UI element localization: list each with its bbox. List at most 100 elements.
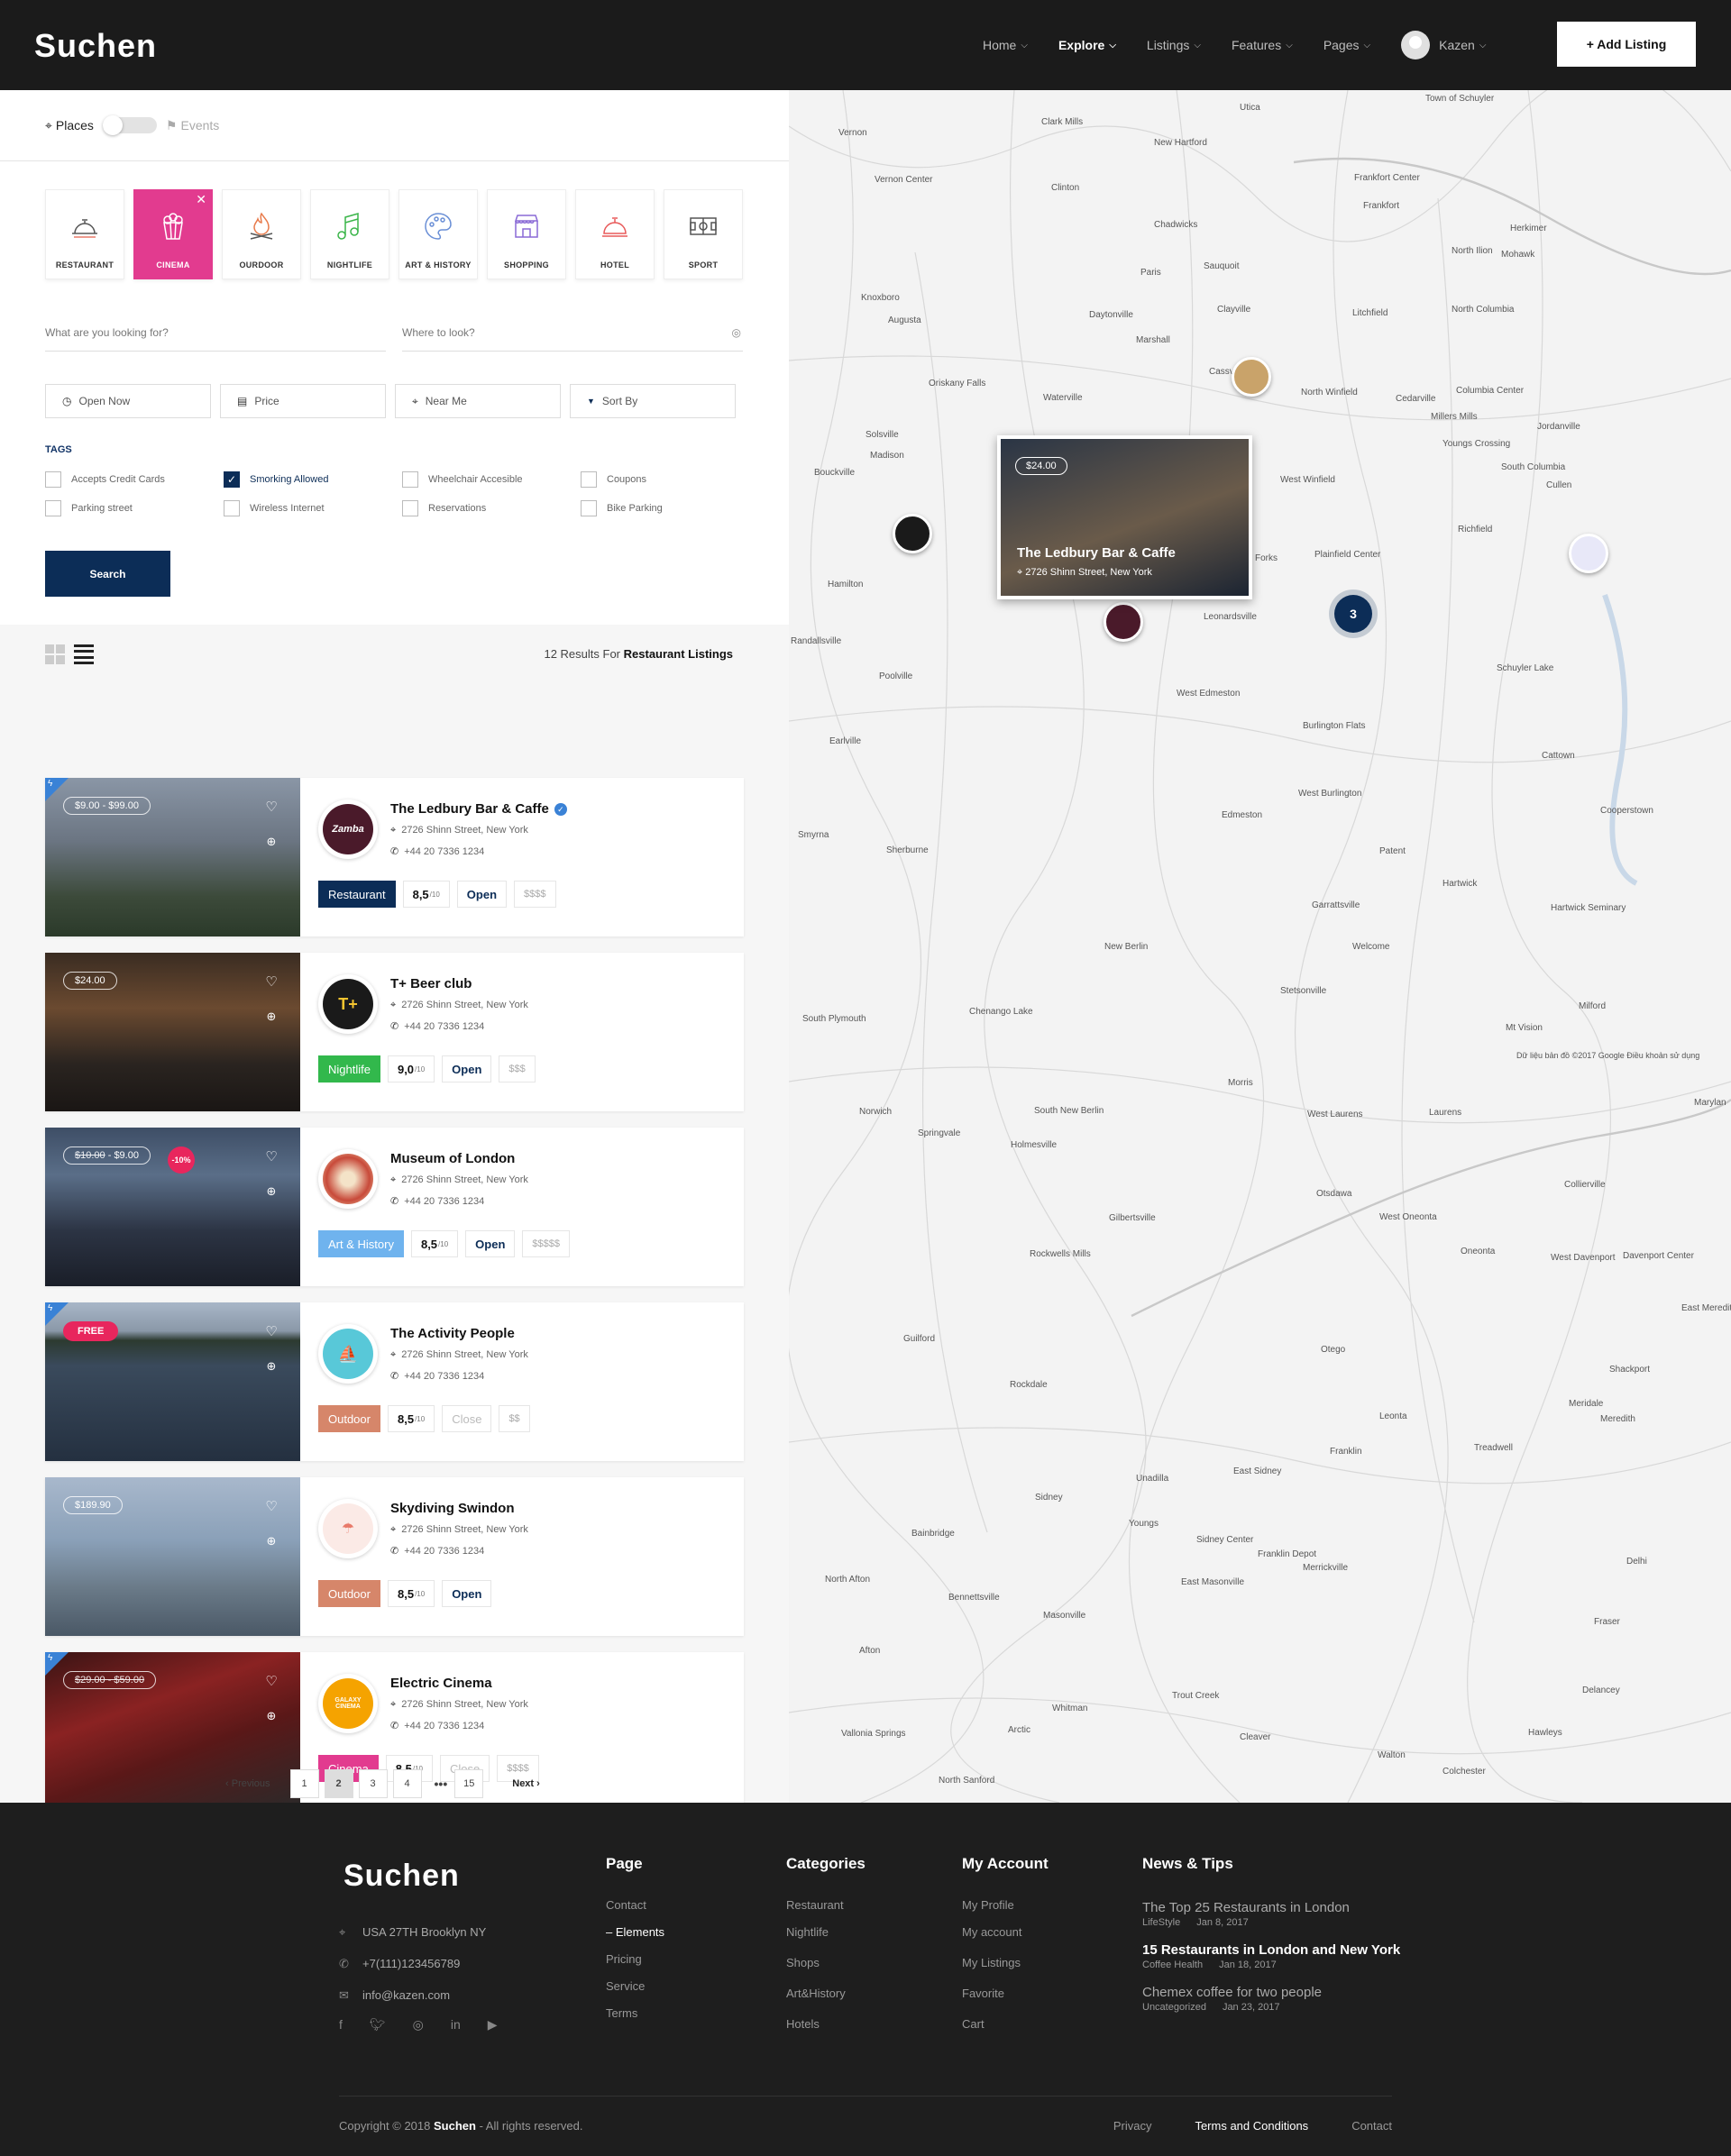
zoom-icon[interactable]: ⊕ <box>258 1353 285 1380</box>
tag-coupons[interactable]: Coupons <box>581 471 759 488</box>
footer-link[interactable]: Hotels <box>786 2017 866 2044</box>
terms-link[interactable]: Terms and Conditions <box>1195 2119 1308 2133</box>
checkbox[interactable] <box>402 500 418 516</box>
instagram-icon[interactable]: ◎ <box>413 2017 424 2033</box>
category-badge[interactable]: Restaurant <box>318 881 396 908</box>
footer-link[interactable]: Contact <box>606 1898 664 1925</box>
zoom-icon[interactable]: ⊕ <box>258 828 285 855</box>
map-cluster-marker[interactable]: 3 <box>1334 595 1372 633</box>
tag-parking[interactable]: Parking street <box>45 500 224 516</box>
heart-icon[interactable]: ♡ <box>258 968 285 995</box>
nav-explore[interactable]: Explore ⌵ <box>1058 38 1116 52</box>
listing-card[interactable]: $189.90 ♡ ⊕ ☂ Skydiving Swindon ⌖ 2726 Sh… <box>45 1477 744 1636</box>
listing-image[interactable]: ϟ $9.00 - $99.00 ♡ ⊕ <box>45 778 300 936</box>
tag-wireless[interactable]: Wireless Internet <box>224 500 402 516</box>
tag-credit-cards[interactable]: Accepts Credit Cards <box>45 471 224 488</box>
listing-card[interactable]: ϟ FREE ♡ ⊕ ⛵ The Activity People ⌖ 2726 S… <box>45 1302 744 1461</box>
zoom-icon[interactable]: ⊕ <box>258 1528 285 1555</box>
map[interactable]: Utica Clark Mills New Hartford Vernon Ve… <box>789 90 1731 1803</box>
places-label[interactable]: Places <box>56 118 94 132</box>
locate-icon[interactable]: ◎ <box>732 326 741 339</box>
close-icon[interactable]: ✕ <box>196 192 206 207</box>
checkbox[interactable] <box>224 500 240 516</box>
page-link[interactable]: 1 <box>289 1769 319 1798</box>
user-menu[interactable]: Kazen ⌵ <box>1401 31 1486 59</box>
popup-title[interactable]: The Ledbury Bar & Caffe <box>1017 545 1176 561</box>
category-nightlife[interactable]: NIGHTLIFE <box>310 189 389 279</box>
news-title[interactable]: 15 Restaurants in London and New York <box>1142 1941 1404 1960</box>
youtube-icon[interactable]: ▶ <box>488 2017 498 2033</box>
checkbox-checked[interactable]: ✓ <box>224 471 240 488</box>
listing-card[interactable]: $24.00 ♡ ⊕ T+ T+ Beer club ⌖ 2726 Shinn S… <box>45 953 744 1111</box>
category-outdoor[interactable]: OURDOOR <box>222 189 301 279</box>
category-hotel[interactable]: HOTEL <box>575 189 655 279</box>
listing-title[interactable]: The Activity People <box>390 1326 515 1341</box>
news-title[interactable]: Chemex coffee for two people <box>1142 1983 1404 2002</box>
news-title[interactable]: The Top 25 Restaurants in London <box>1142 1898 1404 1917</box>
linkedin-icon[interactable]: in <box>451 2017 461 2033</box>
twitter-icon[interactable]: 🐦︎ <box>370 2017 386 2033</box>
footer-link[interactable]: Art&History <box>786 1987 866 2017</box>
location-input[interactable]: Where to look? ◎ <box>402 315 743 352</box>
category-restaurant[interactable]: RESTAURANT <box>45 189 124 279</box>
heart-icon[interactable]: ♡ <box>258 793 285 820</box>
category-badge[interactable]: Art & History <box>318 1230 404 1257</box>
list-view-icon[interactable] <box>74 644 94 664</box>
footer-link[interactable]: Nightlife <box>786 1925 866 1956</box>
listing-card[interactable]: ϟ $9.00 - $99.00 ♡ ⊕ Zamba The Ledbury B… <box>45 778 744 936</box>
category-badge[interactable]: Outdoor <box>318 1580 380 1607</box>
footer-link[interactable]: My Listings <box>962 1956 1049 1987</box>
listing-title[interactable]: Museum of London <box>390 1151 515 1166</box>
footer-email[interactable]: ✉ info@kazen.com <box>339 1979 486 2011</box>
tag-reservations[interactable]: Reservations <box>402 500 581 516</box>
keyword-input[interactable]: What are you looking for? <box>45 315 386 352</box>
listing-title[interactable]: Skydiving Swindon <box>390 1501 515 1516</box>
grid-view-icon[interactable] <box>45 644 65 664</box>
map-marker[interactable] <box>1104 602 1143 642</box>
listing-title[interactable]: Electric Cinema <box>390 1676 492 1691</box>
footer-link[interactable]: Pricing <box>606 1952 664 1979</box>
zoom-icon[interactable]: ⊕ <box>258 1178 285 1205</box>
map-marker[interactable] <box>1569 534 1608 573</box>
previous-page-link[interactable]: ‹ Previous <box>225 1778 270 1789</box>
footer-link[interactable]: Restaurant <box>786 1898 866 1925</box>
listing-image[interactable]: ϟ FREE ♡ ⊕ <box>45 1302 300 1461</box>
category-badge[interactable]: Nightlife <box>318 1055 380 1083</box>
map-popup[interactable]: $24.00 The Ledbury Bar & Caffe ⌖ 2726 Sh… <box>997 435 1252 599</box>
zoom-icon[interactable]: ⊕ <box>258 1703 285 1730</box>
heart-icon[interactable]: ♡ <box>258 1493 285 1520</box>
checkbox[interactable] <box>45 471 61 488</box>
search-button[interactable]: Search <box>45 551 170 597</box>
news-tag[interactable]: Coffee Health <box>1142 1960 1203 1970</box>
checkbox[interactable] <box>581 500 597 516</box>
heart-icon[interactable]: ♡ <box>258 1667 285 1695</box>
category-shopping[interactable]: SHOPPING <box>487 189 566 279</box>
listing-image[interactable]: $10.00 - $9.00 -10% ♡ ⊕ <box>45 1128 300 1286</box>
contact-link[interactable]: Contact <box>1351 2119 1392 2133</box>
listing-title[interactable]: T+ Beer club <box>390 976 472 991</box>
nav-home[interactable]: Home ⌵ <box>983 38 1028 52</box>
zoom-icon[interactable]: ⊕ <box>258 1003 285 1030</box>
category-art-history[interactable]: ART & HISTORY <box>398 189 478 279</box>
checkbox[interactable] <box>45 500 61 516</box>
map-marker[interactable] <box>1232 357 1271 397</box>
add-listing-button[interactable]: + Add Listing <box>1557 22 1696 67</box>
page-link-current[interactable]: 2 <box>324 1769 353 1798</box>
footer-link[interactable]: – Elements <box>606 1925 664 1952</box>
tag-bike-parking[interactable]: Bike Parking <box>581 500 759 516</box>
tag-smoking[interactable]: ✓ Smorking Allowed <box>224 471 402 488</box>
footer-link[interactable]: My Profile <box>962 1898 1049 1925</box>
near-me-filter[interactable]: ⌖ Near Me <box>395 384 561 418</box>
sort-by-filter[interactable]: ▼ Sort By <box>570 384 736 418</box>
map-attribution[interactable]: Dữ liệu bản đồ ©2017 Google Điều khoản s… <box>1516 1051 1699 1060</box>
checkbox[interactable] <box>402 471 418 488</box>
events-label[interactable]: Events <box>180 118 219 132</box>
listing-image[interactable]: $189.90 ♡ ⊕ <box>45 1477 300 1636</box>
logo[interactable]: Suchen <box>34 27 157 65</box>
map-marker[interactable] <box>893 514 932 553</box>
privacy-link[interactable]: Privacy <box>1113 2119 1152 2133</box>
category-sport[interactable]: SPORT <box>664 189 743 279</box>
nav-pages[interactable]: Pages ⌵ <box>1323 38 1370 52</box>
places-events-switch[interactable] <box>102 115 157 135</box>
news-tag[interactable]: Uncategorized <box>1142 2002 1206 2013</box>
